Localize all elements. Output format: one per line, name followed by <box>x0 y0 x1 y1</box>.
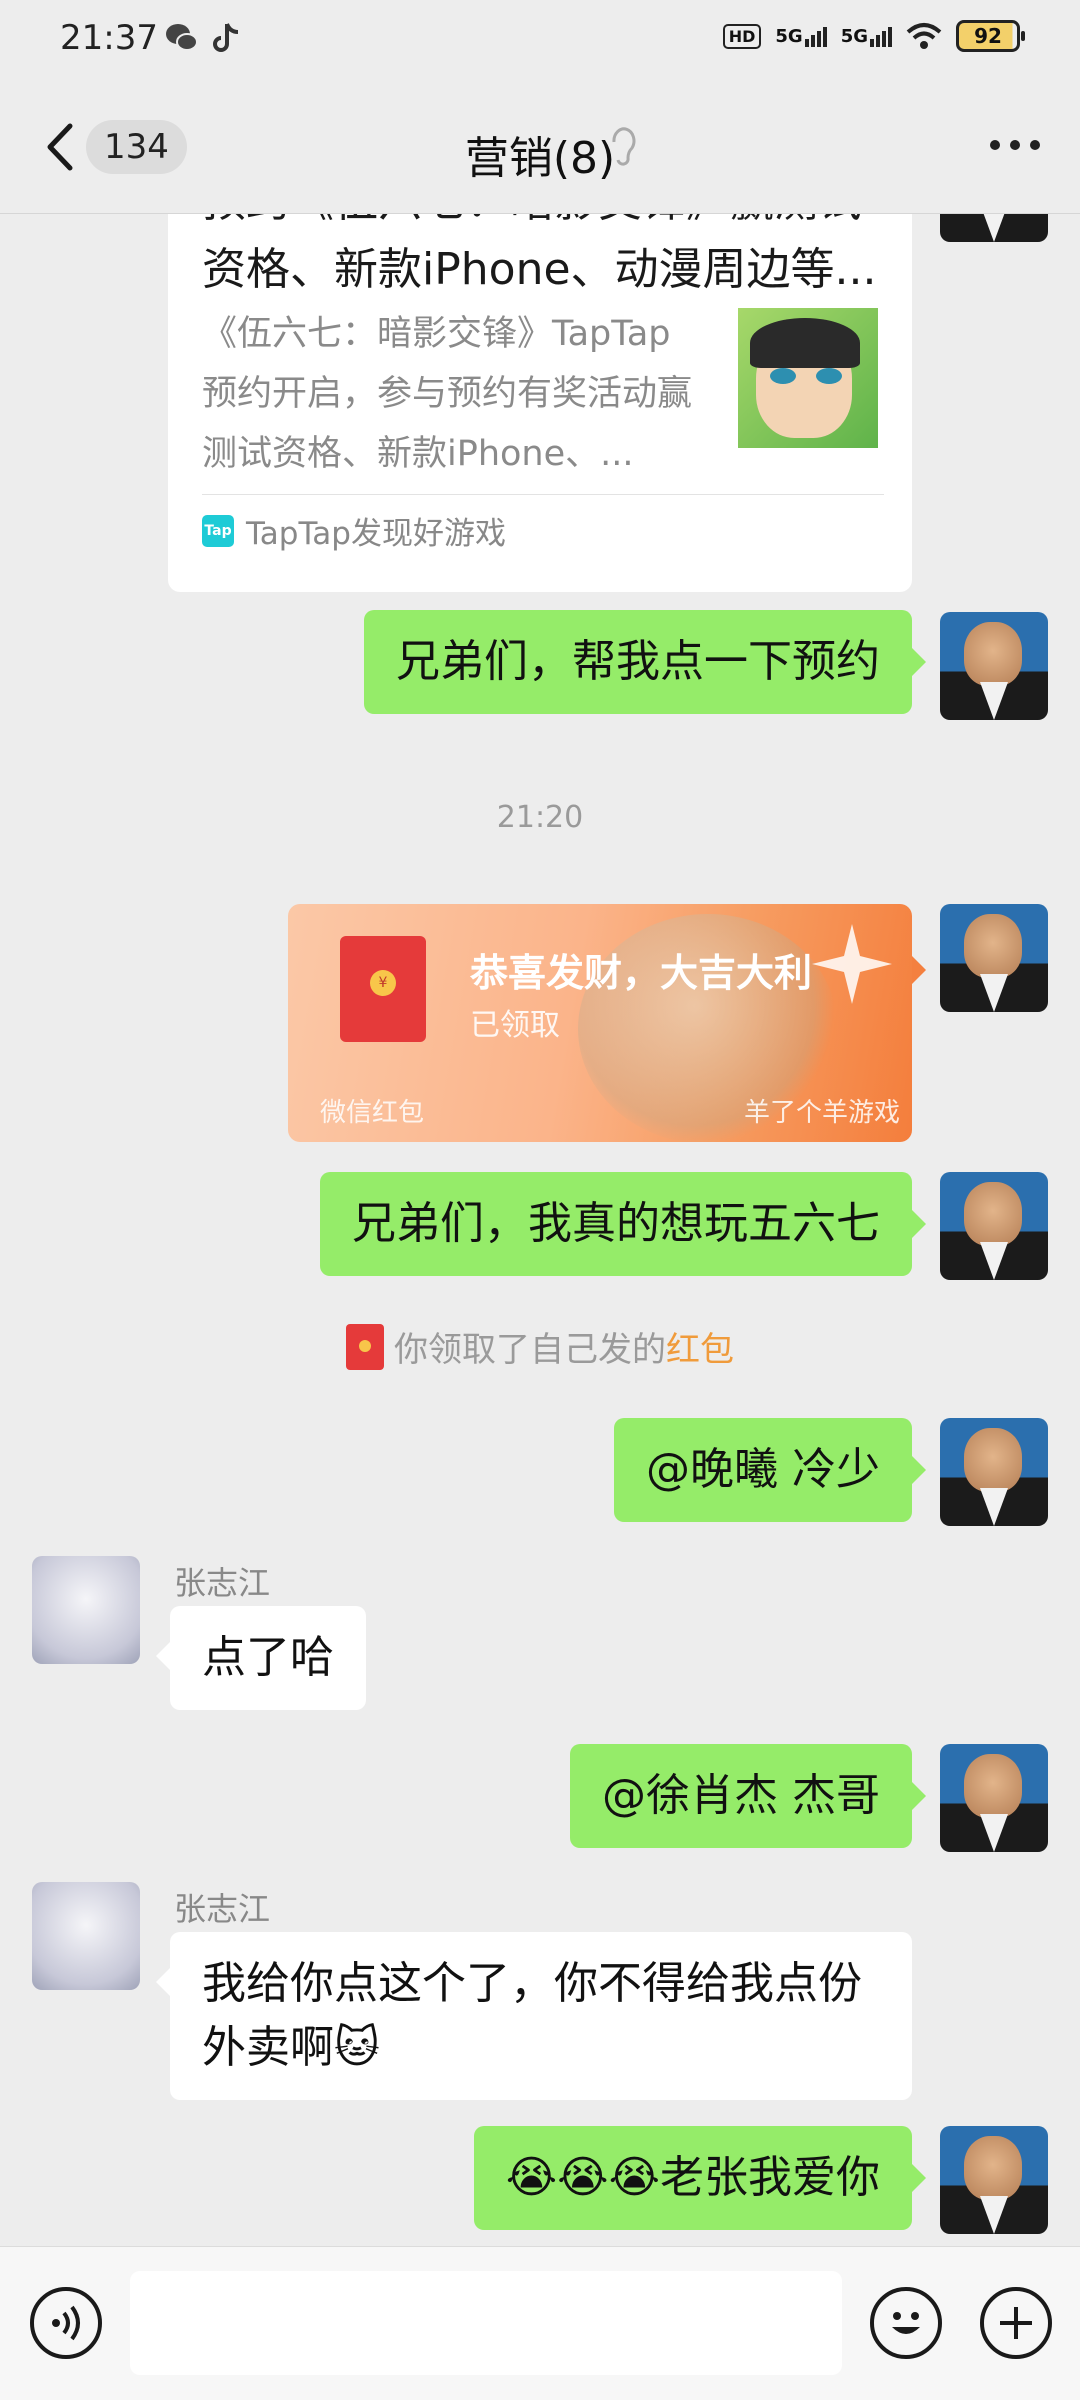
my-avatar[interactable] <box>940 1172 1048 1280</box>
chat-title[interactable]: 营销(8) <box>0 122 1080 186</box>
message-bubble-mine[interactable]: 😭😭😭老张我爱你 <box>473 2126 927 2230</box>
red-packet-small-icon <box>346 1323 384 1370</box>
link-card-description: 《伍六七：暗影交锋》TapTap预约开启，参与预约有奖活动赢测试资格、新款iPh… <box>202 314 693 474</box>
red-packet-footer: 微信红包 <box>320 1098 425 1128</box>
red-packet-link[interactable]: 红包 <box>666 1322 734 1371</box>
ear-icon <box>612 127 636 166</box>
message-input[interactable] <box>130 2271 842 2375</box>
my-avatar[interactable] <box>940 1418 1048 1526</box>
red-packet-brand: 羊了个羊游戏 <box>743 1098 900 1128</box>
message-bubble-mine[interactable]: @晚曦 冷少 <box>614 1418 926 1522</box>
message-bubble-mine[interactable]: 兄弟们，我真的想玩五六七 <box>320 1172 926 1276</box>
sender-name: 张志江 <box>174 1890 271 1928</box>
wechat-icon <box>166 24 198 51</box>
plus-icon <box>1000 2307 1032 2339</box>
sender-name: 张志江 <box>174 1564 271 1602</box>
voice-input-button[interactable] <box>30 2287 102 2359</box>
emoji-icon <box>892 2312 920 2334</box>
red-packet-status: 已领取 <box>470 1008 560 1043</box>
taptap-logo-icon: Tap <box>202 514 234 547</box>
hd-icon: HD <box>722 23 762 49</box>
message-timestamp: 21:20 <box>496 800 584 835</box>
message-bubble-mine[interactable]: @徐肖杰 杰哥 <box>570 1744 926 1848</box>
message-bubble-theirs[interactable]: 点了哈 <box>156 1606 366 1710</box>
red-packet-title: 恭喜发财，大吉大利 <box>470 951 813 995</box>
signal-1-icon: 5G <box>775 25 827 47</box>
my-avatar[interactable] <box>940 904 1048 1012</box>
emoji-button[interactable] <box>870 2287 942 2359</box>
more-options-button[interactable] <box>990 140 1040 150</box>
my-avatar[interactable] <box>940 1744 1048 1852</box>
link-card-message[interactable]: 预约《伍六七：暗影交锋》赢测试资格、新款iPhone、动漫周边等... 《伍六七… <box>168 214 912 592</box>
red-packet-message[interactable]: ¥ 恭喜发财，大吉大利 已领取 微信红包 羊了个羊游戏 <box>288 904 912 1142</box>
my-avatar[interactable] <box>940 214 1048 242</box>
message-bubble-mine[interactable]: 兄弟们，帮我点一下预约 <box>364 610 926 714</box>
more-functions-button[interactable] <box>980 2287 1052 2359</box>
message-bubble-theirs[interactable]: 我给你点这个了，你不得给我点份外卖啊🐱 <box>156 1932 912 2100</box>
link-card-thumbnail <box>738 308 878 448</box>
link-card-title: 预约《伍六七：暗影交锋》赢测试资格、新款iPhone、动漫周边等... <box>202 214 877 295</box>
battery-icon: 92 <box>956 20 1025 52</box>
wifi-icon <box>906 23 942 49</box>
my-avatar[interactable] <box>940 2126 1048 2234</box>
system-notice: 你领取了自己发的 红包 <box>0 1322 1080 1371</box>
my-avatar[interactable] <box>940 612 1048 720</box>
status-time: 21:37 <box>60 18 158 58</box>
chat-header: 134 营销(8) <box>0 80 1080 214</box>
voice-icon <box>52 2305 80 2341</box>
status-bar: 21:37 HD 5G 5G 92 <box>0 0 1080 80</box>
red-packet-icon: ¥ <box>340 936 426 1042</box>
contact-avatar[interactable] <box>32 1882 140 1990</box>
link-card-source: Tap TapTap发现好游戏 <box>202 508 506 553</box>
tiktok-icon <box>213 23 239 52</box>
signal-2-icon: 5G <box>841 25 892 47</box>
input-bar <box>0 2246 1080 2400</box>
message-list[interactable]: 预约《伍六七：暗影交锋》赢测试资格、新款iPhone、动漫周边等... 《伍六七… <box>0 214 1080 2246</box>
contact-avatar[interactable] <box>32 1556 140 1664</box>
